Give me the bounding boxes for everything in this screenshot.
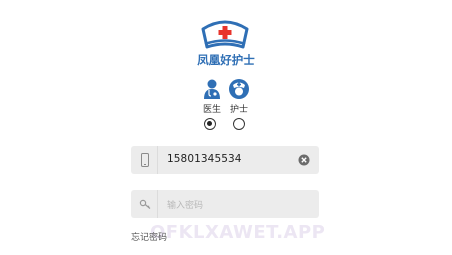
doctor-icon <box>204 79 220 99</box>
password-input[interactable]: 输入密码 <box>167 198 203 211</box>
forgot-password-link[interactable]: 忘记密码 <box>131 230 167 243</box>
role-label-nurse: 护士 <box>229 105 248 115</box>
doctor-radio[interactable] <box>204 118 216 130</box>
role-label-doctor: 医生 <box>202 105 221 115</box>
key-icon <box>139 199 151 209</box>
phone-input[interactable]: 15801345534 <box>167 153 242 165</box>
nurse-radio[interactable] <box>233 118 245 130</box>
phone-icon <box>141 153 149 167</box>
nurse-icon <box>229 79 249 99</box>
clear-icon[interactable] <box>298 154 310 166</box>
nurse-cap-logo-icon <box>201 20 249 49</box>
phone-field[interactable]: 15801345534 <box>131 146 319 174</box>
brand-name: 凤凰好护士 <box>197 53 255 67</box>
password-field[interactable]: 输入密码 <box>131 190 319 218</box>
watermark: OFKLXAWET.APP <box>150 222 326 243</box>
field-divider <box>157 146 158 174</box>
field-divider <box>157 190 158 218</box>
